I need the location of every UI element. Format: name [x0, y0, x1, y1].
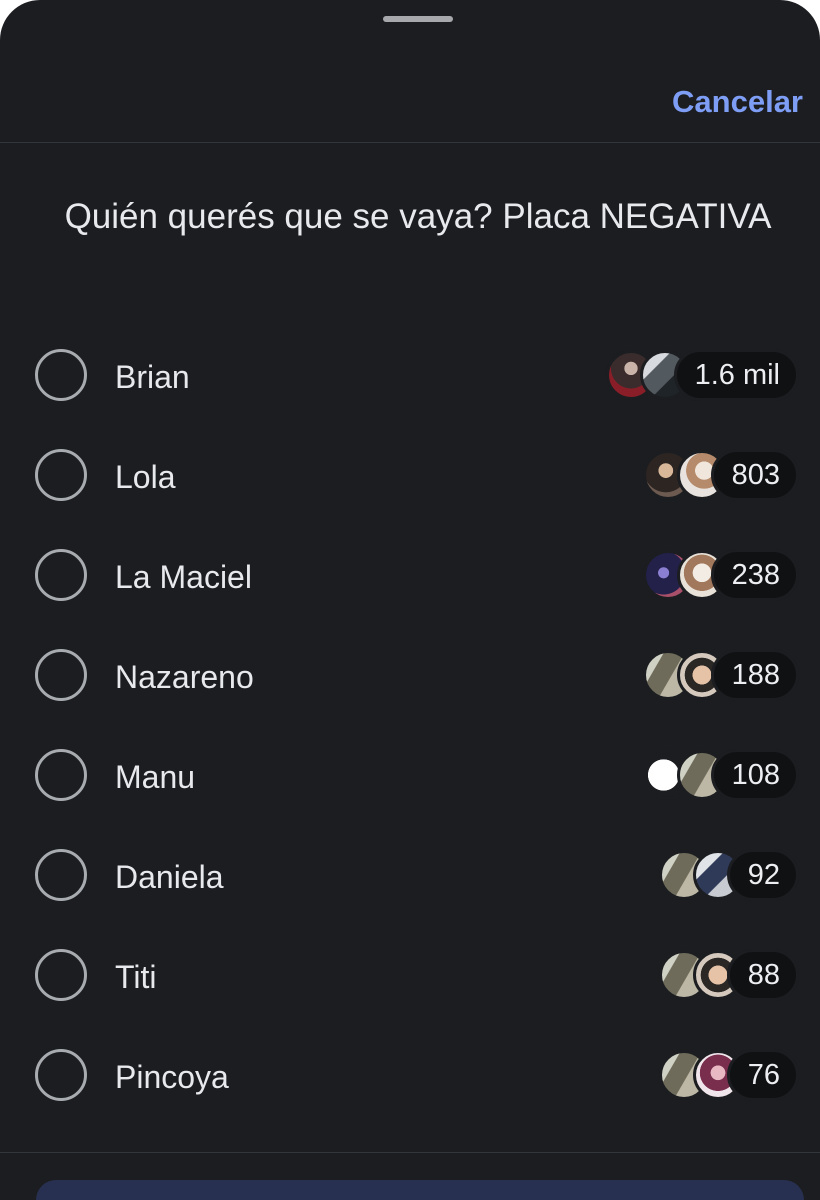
option-label: Manu — [115, 759, 196, 795]
vote-count: 1.6 mil — [673, 349, 799, 401]
option-label: La Maciel — [115, 559, 252, 595]
vote-count: 76 — [726, 1049, 799, 1101]
poll-option[interactable]: Titi 88 — [0, 928, 820, 1028]
poll-options: Brian 1.6 mil Lola 803 La Maciel 238 Nazareno 1… — [0, 328, 820, 1128]
poll-option[interactable]: Brian 1.6 mil — [0, 328, 820, 428]
voters-summary[interactable]: 92 — [658, 849, 799, 901]
poll-bottom-sheet: Cancelar Quién querés que se vaya? Placa… — [0, 0, 820, 1200]
vote-count: 92 — [726, 849, 799, 901]
radio-button[interactable] — [35, 349, 87, 401]
divider — [0, 142, 820, 143]
voters-summary[interactable]: 108 — [642, 749, 799, 801]
radio-button[interactable] — [35, 949, 87, 1001]
voters-summary[interactable]: 803 — [642, 449, 799, 501]
vote-count: 803 — [710, 449, 799, 501]
poll-option[interactable]: Nazareno 188 — [0, 628, 820, 728]
option-label: Nazareno — [115, 659, 254, 695]
voters-summary[interactable]: 76 — [658, 1049, 799, 1101]
radio-button[interactable] — [35, 749, 87, 801]
poll-option[interactable]: La Maciel 238 — [0, 528, 820, 628]
option-label: Daniela — [115, 859, 224, 895]
voters-summary[interactable]: 238 — [642, 549, 799, 601]
option-label: Lola — [115, 459, 176, 495]
vote-button[interactable] — [36, 1180, 804, 1200]
poll-question: Quién querés que se vaya? Placa NEGATIVA — [64, 197, 772, 236]
radio-button[interactable] — [35, 849, 87, 901]
radio-button[interactable] — [35, 549, 87, 601]
vote-count: 238 — [710, 549, 799, 601]
poll-option[interactable]: Pincoya 76 — [0, 1028, 820, 1128]
radio-button[interactable] — [35, 1049, 87, 1101]
divider — [0, 1152, 820, 1153]
vote-count: 188 — [710, 649, 799, 701]
option-label: Titi — [115, 959, 157, 995]
option-label: Brian — [115, 359, 190, 395]
voters-summary[interactable]: 188 — [642, 649, 799, 701]
option-label: Pincoya — [115, 1059, 229, 1095]
cancel-button[interactable]: Cancelar — [672, 84, 803, 120]
radio-button[interactable] — [35, 649, 87, 701]
radio-button[interactable] — [35, 449, 87, 501]
poll-option[interactable]: Lola 803 — [0, 428, 820, 528]
voters-summary[interactable]: 88 — [658, 949, 799, 1001]
poll-option[interactable]: Daniela 92 — [0, 828, 820, 928]
drag-handle[interactable] — [383, 16, 453, 22]
poll-option[interactable]: Manu 108 — [0, 728, 820, 828]
voters-summary[interactable]: 1.6 mil — [605, 349, 799, 401]
vote-count: 88 — [726, 949, 799, 1001]
vote-count: 108 — [710, 749, 799, 801]
